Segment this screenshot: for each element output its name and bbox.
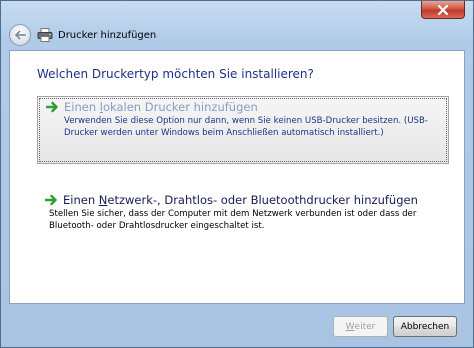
next-button[interactable]: Weiter: [333, 316, 388, 337]
local-printer-description: Verwenden Sie diese Option nur dann, wen…: [64, 116, 428, 138]
close-icon: [437, 4, 449, 15]
back-button[interactable]: [9, 24, 31, 46]
add-network-printer-option[interactable]: Einen Netzwerk-, Drahtlos- oder Bluetoot…: [37, 190, 449, 242]
local-printer-title: Einen lokalen Drucker hinzufügen: [64, 100, 258, 114]
green-arrow-icon: [46, 101, 58, 113]
content-panel: Welchen Druckertyp möchten Sie installie…: [9, 50, 465, 304]
window-title: Drucker hinzufügen: [58, 29, 157, 41]
green-arrow-icon: [45, 194, 57, 206]
page-heading: Welchen Druckertyp möchten Sie installie…: [37, 67, 314, 81]
network-printer-title: Einen Netzwerk-, Drahtlos- oder Bluetoot…: [63, 193, 418, 207]
network-printer-description: Stellen Sie sicher, dass der Computer mi…: [49, 209, 417, 231]
close-button[interactable]: [421, 1, 465, 19]
back-arrow-icon: [15, 30, 26, 40]
printer-icon: [37, 28, 53, 42]
title-bar: Drucker hinzufügen: [9, 21, 465, 49]
cancel-button[interactable]: Abbrechen: [393, 316, 457, 337]
add-printer-dialog: Drucker hinzufügen Welchen Druckertyp mö…: [0, 0, 474, 348]
add-local-printer-option[interactable]: Einen lokalen Drucker hinzufügen Verwend…: [37, 96, 449, 164]
